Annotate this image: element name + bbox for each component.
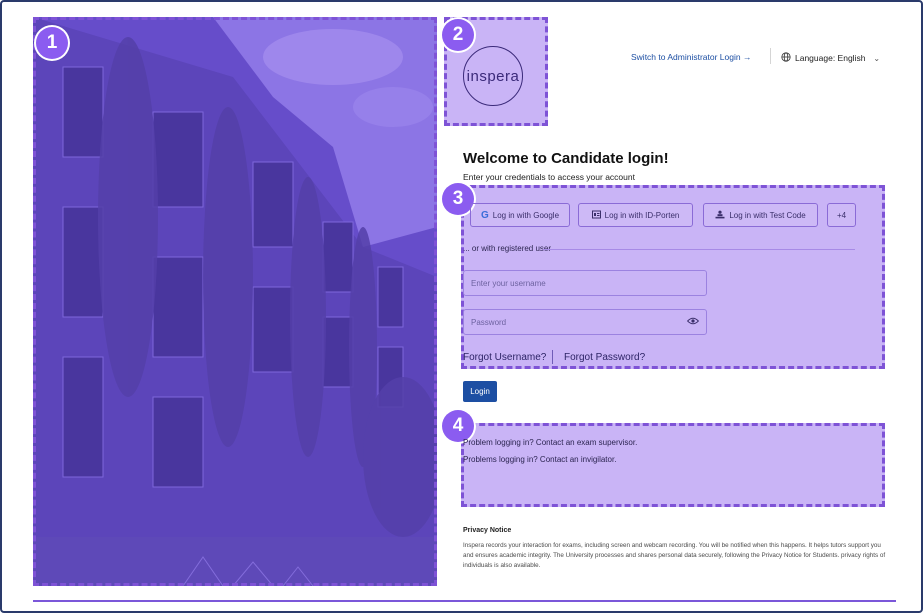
step-badge-2: 2	[442, 19, 474, 51]
page-subtitle: Enter your credentials to access your ac…	[463, 172, 635, 182]
testcode-login-label: Log in with Test Code	[729, 210, 806, 220]
inspera-logo: inspera	[463, 46, 523, 106]
idporten-login-button[interactable]: Log in with ID-Porten	[578, 203, 693, 227]
globe-icon	[781, 52, 791, 64]
forgot-username-link[interactable]: Forgot Username?	[463, 352, 546, 363]
admin-login-link[interactable]: Switch to Administrator Login →	[631, 52, 751, 62]
people-icon	[715, 210, 725, 221]
page-title: Welcome to Candidate login!	[463, 150, 669, 167]
privacy-notice-text: Inspera records your interaction for exa…	[463, 542, 886, 569]
help-highlight-zone	[461, 423, 885, 507]
more-login-options-button[interactable]: +4	[827, 203, 856, 227]
google-login-label: Log in with Google	[492, 210, 560, 220]
forgot-divider	[552, 350, 553, 364]
password-field[interactable]: Password	[463, 309, 707, 335]
username-placeholder: Enter your username	[471, 278, 546, 288]
more-options-label: +4	[836, 210, 847, 220]
chevron-down-icon: ⌄	[873, 53, 881, 63]
step-badge-1: 1	[36, 27, 68, 59]
google-login-button[interactable]: G Log in with Google	[470, 203, 570, 227]
divider-label: ... or with registered user	[463, 244, 552, 253]
forgot-password-link[interactable]: Forgot Password?	[564, 352, 645, 363]
registered-user-divider: ... or with registered user	[463, 244, 855, 256]
idporten-login-label: Log in with ID-Porten	[604, 210, 680, 220]
language-selector[interactable]: Language: English ⌄	[781, 52, 880, 64]
logo-text: inspera	[466, 67, 520, 85]
header-divider	[770, 48, 771, 64]
help-text-supervisor: Problem logging in? Contact an exam supe…	[463, 438, 638, 447]
google-icon: G	[480, 209, 489, 221]
login-button[interactable]: Login	[463, 381, 497, 402]
photo-highlight-zone	[33, 17, 437, 586]
privacy-notice-title: Privacy Notice	[463, 527, 512, 534]
help-text-invigilator: Problems logging in? Contact an invigila…	[463, 455, 617, 464]
testcode-login-button[interactable]: Log in with Test Code	[703, 203, 818, 227]
language-label: Language: English	[795, 53, 866, 63]
id-card-icon	[591, 210, 601, 221]
eye-icon[interactable]	[686, 317, 700, 327]
username-field[interactable]: Enter your username	[463, 270, 707, 296]
password-placeholder: Password	[471, 317, 507, 327]
footer-divider	[33, 600, 896, 602]
